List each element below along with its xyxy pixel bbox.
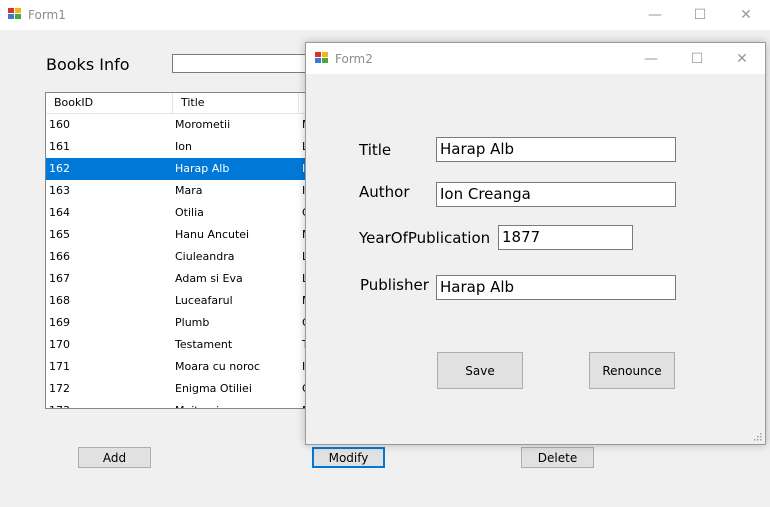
author-label: Author — [359, 183, 410, 201]
cell-bookid: 171 — [49, 360, 70, 373]
cell-title: Enigma Otiliei — [175, 382, 252, 395]
table-row[interactable]: 170TestamentT — [46, 334, 306, 356]
minimize-button[interactable]: — — [632, 0, 678, 30]
publisher-label: Publisher — [360, 276, 429, 294]
add-button[interactable]: Add — [78, 447, 151, 468]
close-button[interactable]: ✕ — [719, 43, 765, 74]
cell-bookid: 163 — [49, 184, 70, 197]
table-row[interactable]: 166CiuleandraL — [46, 246, 306, 268]
maximize-button[interactable]: ☐ — [677, 0, 723, 30]
table-row[interactable]: 173MaitreyiM — [46, 400, 306, 408]
table-row[interactable]: 171 Moara cu noroc I — [46, 356, 306, 378]
cell-bookid: 173 — [49, 400, 70, 408]
author-field[interactable]: Ion Creanga — [436, 182, 676, 207]
publisher-field[interactable]: Harap Alb — [436, 275, 676, 300]
table-row[interactable]: 167Adam si EvaL — [46, 268, 306, 290]
cell-title: Ion — [175, 140, 192, 153]
app-icon — [315, 52, 329, 64]
app-icon — [8, 8, 22, 20]
cell-title: Otilia — [175, 206, 204, 219]
table-row[interactable]: 172Enigma OtilieiG — [46, 378, 306, 400]
table-row[interactable]: 160MorometiiM — [46, 114, 306, 136]
cell-bookid: 168 — [49, 294, 70, 307]
cell-title: Adam si Eva — [175, 272, 243, 285]
cell-title: Testament — [175, 338, 233, 351]
form2-window: Form2 — ☐ ✕ Title Harap Alb Author Ion C… — [305, 42, 766, 445]
form1-titlebar[interactable]: Form1 — ☐ ✕ — [0, 0, 770, 30]
resize-grip-icon[interactable] — [753, 432, 762, 441]
column-header-title[interactable]: Title — [173, 93, 299, 113]
year-label: YearOfPublication — [359, 229, 491, 247]
cell-title: Maitreyi — [175, 400, 219, 408]
cell-title: Ciuleandra — [175, 250, 235, 263]
table-row[interactable]: 164OtiliaG — [46, 202, 306, 224]
cell-title: Morometii — [175, 118, 231, 131]
cell-bookid: 161 — [49, 140, 70, 153]
table-row[interactable]: 163 Mara I — [46, 180, 306, 202]
table-row[interactable]: 165Hanu AncuteiM — [46, 224, 306, 246]
form2-title: Form2 — [335, 52, 373, 66]
cell-bookid: 169 — [49, 316, 70, 329]
listview-header: BookID Title A — [46, 93, 306, 114]
cell-title: Plumb — [175, 316, 210, 329]
search-input[interactable] — [172, 54, 312, 73]
close-button[interactable]: ✕ — [723, 0, 769, 30]
cell-bookid: 170 — [49, 338, 70, 351]
minimize-button[interactable]: — — [628, 43, 674, 74]
maximize-button[interactable]: ☐ — [674, 43, 720, 74]
books-listview[interactable]: BookID Title A 160MorometiiM161IonL162Ha… — [45, 92, 307, 409]
books-info-label: Books Info — [46, 55, 130, 74]
modify-button[interactable]: Modify — [312, 447, 385, 468]
delete-button[interactable]: Delete — [521, 447, 594, 468]
title-label: Title — [359, 141, 392, 159]
cell-title: Moara cu noroc — [175, 360, 260, 373]
cell-bookid: 165 — [49, 228, 70, 241]
form1-title: Form1 — [28, 8, 66, 22]
table-row[interactable]: 162 Harap Alb I — [46, 158, 306, 180]
cell-title: Mara — [175, 184, 203, 197]
table-row[interactable]: 161IonL — [46, 136, 306, 158]
cell-bookid: 166 — [49, 250, 70, 263]
cell-title: Harap Alb — [175, 162, 230, 175]
save-button[interactable]: Save — [437, 352, 523, 389]
year-field[interactable]: 1877 — [498, 225, 633, 250]
column-header-bookid[interactable]: BookID — [46, 93, 173, 113]
table-row[interactable]: 169PlumbG — [46, 312, 306, 334]
cell-title: Luceafarul — [175, 294, 233, 307]
cell-bookid: 164 — [49, 206, 70, 219]
cell-bookid: 167 — [49, 272, 70, 285]
cell-bookid: 160 — [49, 118, 70, 131]
cell-bookid: 162 — [49, 162, 70, 175]
title-field[interactable]: Harap Alb — [436, 137, 676, 162]
form2-titlebar[interactable]: Form2 — ☐ ✕ — [306, 43, 765, 74]
cell-title: Hanu Ancutei — [175, 228, 250, 241]
cell-bookid: 172 — [49, 382, 70, 395]
table-row[interactable]: 168LuceafarulM — [46, 290, 306, 312]
renounce-button[interactable]: Renounce — [589, 352, 675, 389]
